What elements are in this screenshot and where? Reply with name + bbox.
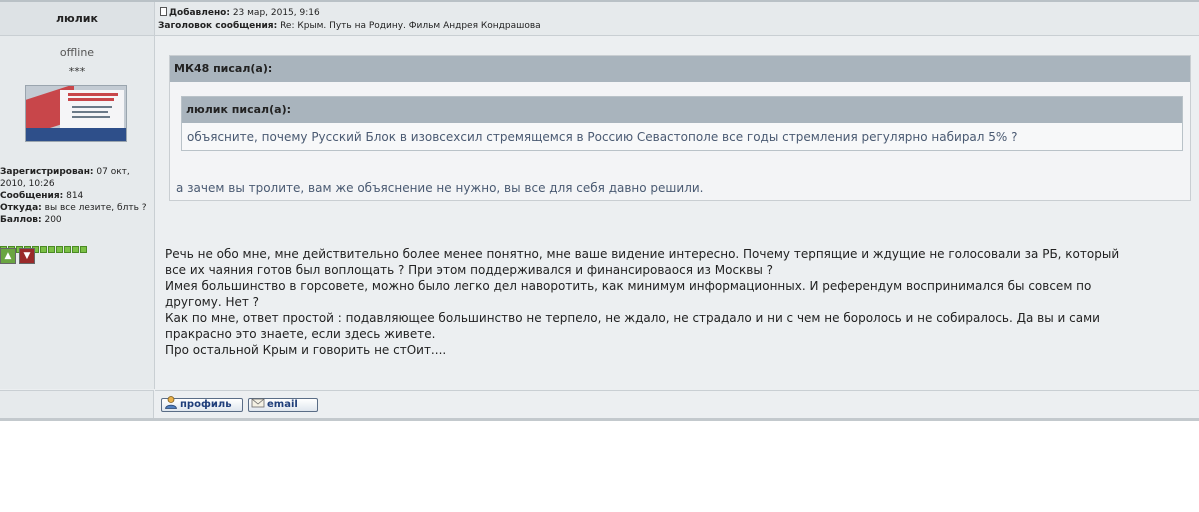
avatar-banner-line — [68, 93, 118, 96]
subject-label: Заголовок сообщения: — [158, 21, 278, 31]
quote-text: а зачем вы тролите, вам же объяснение не… — [176, 181, 704, 195]
post-content: МК48 писал(а): люлик писал(а): объясните… — [155, 36, 1199, 389]
avatar-banner-line — [72, 116, 110, 118]
rank-stars: *** — [68, 65, 86, 78]
email-button-label: email — [267, 399, 298, 410]
from-value: вы все лезите, блть ? — [44, 203, 147, 213]
rating-pip — [64, 246, 71, 253]
rating-pip — [56, 246, 63, 253]
author-panel: offline *** Зарегистрирован: 07 окт, 201… — [0, 36, 155, 389]
avatar-banner-line — [72, 111, 108, 113]
posts-row: Сообщения: 814 — [0, 190, 152, 202]
from-label: Откуда: — [0, 203, 42, 213]
nested-quote-text: объясните, почему Русский Блок в изовсех… — [187, 130, 1018, 144]
rating-pip — [72, 246, 79, 253]
points-value: 200 — [44, 215, 62, 225]
post-body: Речь не обо мне, мне действительно более… — [165, 246, 1195, 358]
body-line: Речь не обо мне, мне действительно более… — [165, 247, 1120, 261]
registered-row: Зарегистрирован: 07 окт, 2010, 10:26 — [0, 166, 152, 190]
author-info: Зарегистрирован: 07 окт, 2010, 10:26 Соо… — [0, 166, 152, 226]
points-row: Баллов: 200 — [0, 214, 152, 226]
nested-quote-block: люлик писал(а): объясните, почему Русски… — [181, 96, 1183, 151]
bottom-divider — [0, 418, 1199, 421]
email-button[interactable]: email — [248, 398, 318, 412]
posts-value: 814 — [66, 191, 84, 201]
quote-header: МК48 писал(а): — [170, 56, 1190, 82]
post-footer: профиль email — [155, 390, 1199, 418]
body-line: пракрасно это знаете, если здесь живете. — [165, 327, 436, 341]
avatar — [25, 85, 127, 142]
body-line: Имея большинство в горсовете, можно было… — [165, 279, 1092, 293]
footer-left-cell — [0, 390, 154, 418]
post-date-line: Добавлено: 23 мар, 2015, 9:16 — [160, 7, 320, 18]
added-value: 23 мар, 2015, 9:16 — [232, 8, 320, 18]
body-line: Как по мне, ответ простой : подавляющее … — [165, 311, 1100, 325]
profile-button-label: профиль — [180, 399, 232, 410]
profile-button[interactable]: профиль — [161, 396, 243, 412]
nested-quote-header: люлик писал(а): — [182, 97, 1182, 123]
points-label: Баллов: — [0, 215, 42, 225]
body-line: все их чаяния готов был воплощать ? При … — [165, 263, 774, 277]
posts-label: Сообщения: — [0, 191, 64, 201]
post-subject-line: Заголовок сообщения: Re: Крым. Путь на Р… — [158, 21, 541, 31]
body-line: другому. Нет ? — [165, 295, 260, 309]
forum-post: люлик Добавлено: 23 мар, 2015, 9:16 Заго… — [0, 0, 1199, 421]
user-icon — [165, 396, 177, 409]
rating-bar — [0, 238, 100, 253]
avatar-footer-band — [26, 128, 126, 141]
quote-block: МК48 писал(а): люлик писал(а): объясните… — [169, 55, 1191, 201]
registered-label: Зарегистрирован: — [0, 167, 94, 177]
thumbs-up-icon[interactable]: ▲ — [0, 248, 16, 264]
author-name: люлик — [0, 2, 155, 36]
post-header: Добавлено: 23 мар, 2015, 9:16 Заголовок … — [155, 2, 1199, 36]
avatar-banner-line — [68, 98, 114, 101]
added-label: Добавлено: — [169, 8, 230, 18]
body-line: Про остальной Крым и говорить не стОит..… — [165, 343, 447, 357]
subject-value: Re: Крым. Путь на Родину. Фильм Андрея К… — [280, 21, 541, 31]
online-status: offline — [59, 46, 95, 59]
envelope-icon — [251, 398, 265, 408]
post-document-icon[interactable] — [160, 7, 167, 16]
rating-pip — [48, 246, 55, 253]
from-row: Откуда: вы все лезите, блть ? — [0, 202, 152, 214]
rating-pip — [40, 246, 47, 253]
rating-pip — [80, 246, 87, 253]
thumbs-down-icon[interactable]: ▼ — [19, 248, 35, 264]
avatar-banner-line — [72, 106, 112, 108]
